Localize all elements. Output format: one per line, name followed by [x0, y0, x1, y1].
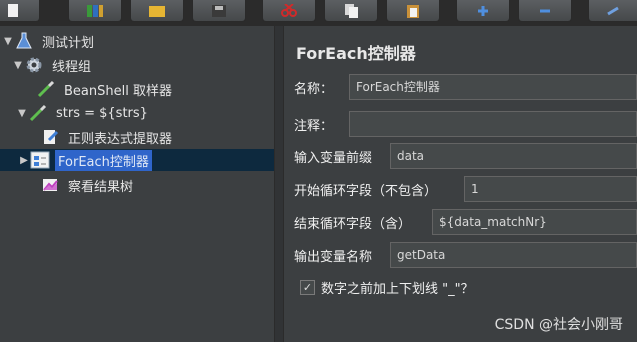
save-button[interactable] [192, 0, 246, 22]
pipette-icon [36, 80, 56, 98]
tree-node-label: 察看结果树 [68, 179, 134, 195]
output-label: 输出变量名称 [294, 249, 373, 265]
underscore-checkbox-label: 数字之前加上下划线 "_"？ [321, 282, 474, 297]
comment-field[interactable] [349, 111, 637, 137]
tree-node-strs-sampler[interactable]: ▼ strs = ${strs} [16, 102, 151, 124]
extractor-icon [40, 128, 60, 146]
tree-node-label: 正则表达式提取器 [68, 131, 173, 147]
paste-button[interactable] [386, 0, 440, 22]
chart-icon [40, 176, 60, 194]
toolbar [0, 0, 637, 26]
cut-icon [281, 3, 297, 17]
collapse-button[interactable] [518, 0, 572, 22]
open-button[interactable] [130, 0, 184, 22]
toggle-button[interactable] [588, 0, 637, 22]
gear-icon [24, 56, 44, 74]
underscore-checkbox[interactable]: ✓ [300, 280, 315, 295]
expand-arrow-icon[interactable]: ▼ [16, 108, 28, 119]
collapse-icon [540, 9, 550, 12]
tree-node-test-plan[interactable]: ▼ 测试计划 [2, 30, 97, 52]
end-field[interactable]: ${data_matchNr} [432, 209, 637, 235]
tree-node-label: 测试计划 [42, 35, 95, 51]
foreach-icon [30, 151, 50, 169]
comment-row: 注释： [294, 111, 333, 137]
start-label: 开始循环字段（不包含） [294, 183, 438, 199]
test-plan-tree: ▼ 测试计划 ▼ 线程组 BeanShell 取样器 ▼ strs = ${st… [0, 26, 274, 342]
tree-node-view-results-tree[interactable]: 察看结果树 [28, 174, 136, 196]
tree-node-label: ForEach控制器 [55, 149, 152, 171]
cut-button[interactable] [262, 0, 316, 22]
split-divider[interactable] [274, 26, 284, 342]
expand-arrow-icon[interactable]: ▼ [12, 60, 24, 71]
new-button[interactable] [0, 0, 40, 22]
tree-node-label: strs = ${strs} [56, 105, 148, 121]
expand-arrow-icon[interactable]: ▶ [18, 155, 30, 166]
end-row: 结束循环字段（含） [294, 209, 411, 235]
end-label: 结束循环字段（含） [294, 216, 412, 232]
tree-node-foreach-controller[interactable]: ▶ ForEach控制器 [0, 149, 274, 171]
pipette-icon [28, 104, 48, 122]
save-icon [212, 4, 226, 17]
expand-button[interactable] [456, 0, 510, 22]
tree-node-thread-group[interactable]: ▼ 线程组 [12, 54, 94, 76]
name-label: 名称： [294, 81, 334, 97]
start-row: 开始循环字段（不包含） [294, 176, 437, 202]
panel-title: ForEach控制器 [296, 44, 416, 63]
expand-icon [478, 5, 488, 16]
flask-icon [14, 32, 34, 50]
expand-arrow-icon[interactable]: ▼ [2, 36, 14, 47]
paste-icon [407, 4, 419, 18]
templates-button[interactable] [68, 0, 122, 22]
watermark: CSDN @社会小刚哥 [494, 317, 623, 333]
comment-label: 注释： [294, 118, 334, 134]
templates-icon [87, 4, 103, 17]
new-doc-icon [8, 3, 18, 17]
output-row: 输出变量名称 [294, 242, 372, 268]
name-row: 名称： [294, 74, 333, 100]
tree-node-label: BeanShell 取样器 [64, 83, 172, 99]
input-prefix-row: 输入变量前缀 [294, 143, 372, 169]
output-field[interactable]: getData [390, 242, 637, 268]
tree-node-regex-extractor[interactable]: 正则表达式提取器 [28, 126, 175, 148]
start-field[interactable]: 1 [464, 176, 637, 202]
tree-node-label: 线程组 [52, 59, 92, 75]
input-prefix-field[interactable]: data [390, 143, 637, 169]
main-split: ▼ 测试计划 ▼ 线程组 BeanShell 取样器 ▼ strs = ${st… [0, 26, 637, 342]
foreach-controller-panel: ForEach控制器 名称： ForEach控制器 注释： 输入变量前缀 dat… [284, 26, 637, 342]
copy-button[interactable] [324, 0, 378, 22]
input-prefix-label: 输入变量前缀 [294, 150, 373, 166]
name-field[interactable]: ForEach控制器 [349, 74, 637, 100]
toggle-icon [607, 6, 619, 15]
open-folder-icon [149, 5, 165, 17]
tree-node-beanshell-sampler[interactable]: BeanShell 取样器 [24, 78, 175, 100]
copy-icon [345, 3, 358, 18]
underscore-checkbox-row[interactable]: ✓ 数字之前加上下划线 "_"？ [300, 278, 474, 297]
